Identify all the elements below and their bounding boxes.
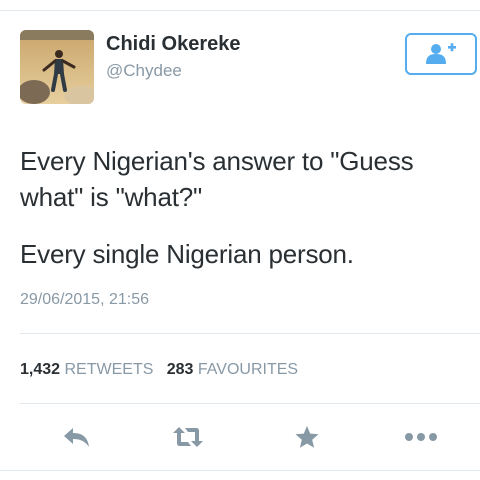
favourite-button[interactable] xyxy=(290,424,324,450)
tweet-text-line: what" is "what?" xyxy=(20,182,203,212)
favourites-label[interactable]: FAVOURITES xyxy=(198,361,298,378)
follow-button[interactable] xyxy=(405,33,477,75)
more-dots-icon xyxy=(405,433,437,441)
retweets-count[interactable]: 1,432 xyxy=(20,361,60,378)
retweets-label[interactable]: RETWEETS xyxy=(65,361,154,378)
author-name[interactable]: Chidi Okereke xyxy=(106,33,241,56)
bottom-divider xyxy=(0,470,480,471)
favourites-count[interactable]: 283 xyxy=(167,361,194,378)
more-button[interactable] xyxy=(404,424,438,450)
reply-button[interactable] xyxy=(60,424,94,450)
top-divider xyxy=(0,10,480,11)
author-handle[interactable]: @Chydee xyxy=(106,61,182,81)
retweet-button[interactable] xyxy=(171,424,205,450)
star-icon xyxy=(295,426,319,448)
avatar[interactable] xyxy=(20,30,94,104)
tweet-text-line: Every single Nigerian person. xyxy=(20,239,354,269)
add-user-icon xyxy=(426,43,456,64)
tweet-stats: 1,432 RETWEETS 283 FAVOURITES xyxy=(20,361,298,379)
reply-icon xyxy=(64,428,89,447)
tweet-text-line: Every Nigerian's answer to "Guess xyxy=(20,146,414,176)
tweet-timestamp: 29/06/2015, 21:56 xyxy=(20,291,150,308)
divider xyxy=(20,333,480,334)
avatar-photo xyxy=(20,30,94,104)
retweet-icon xyxy=(173,427,203,447)
divider xyxy=(20,403,480,404)
